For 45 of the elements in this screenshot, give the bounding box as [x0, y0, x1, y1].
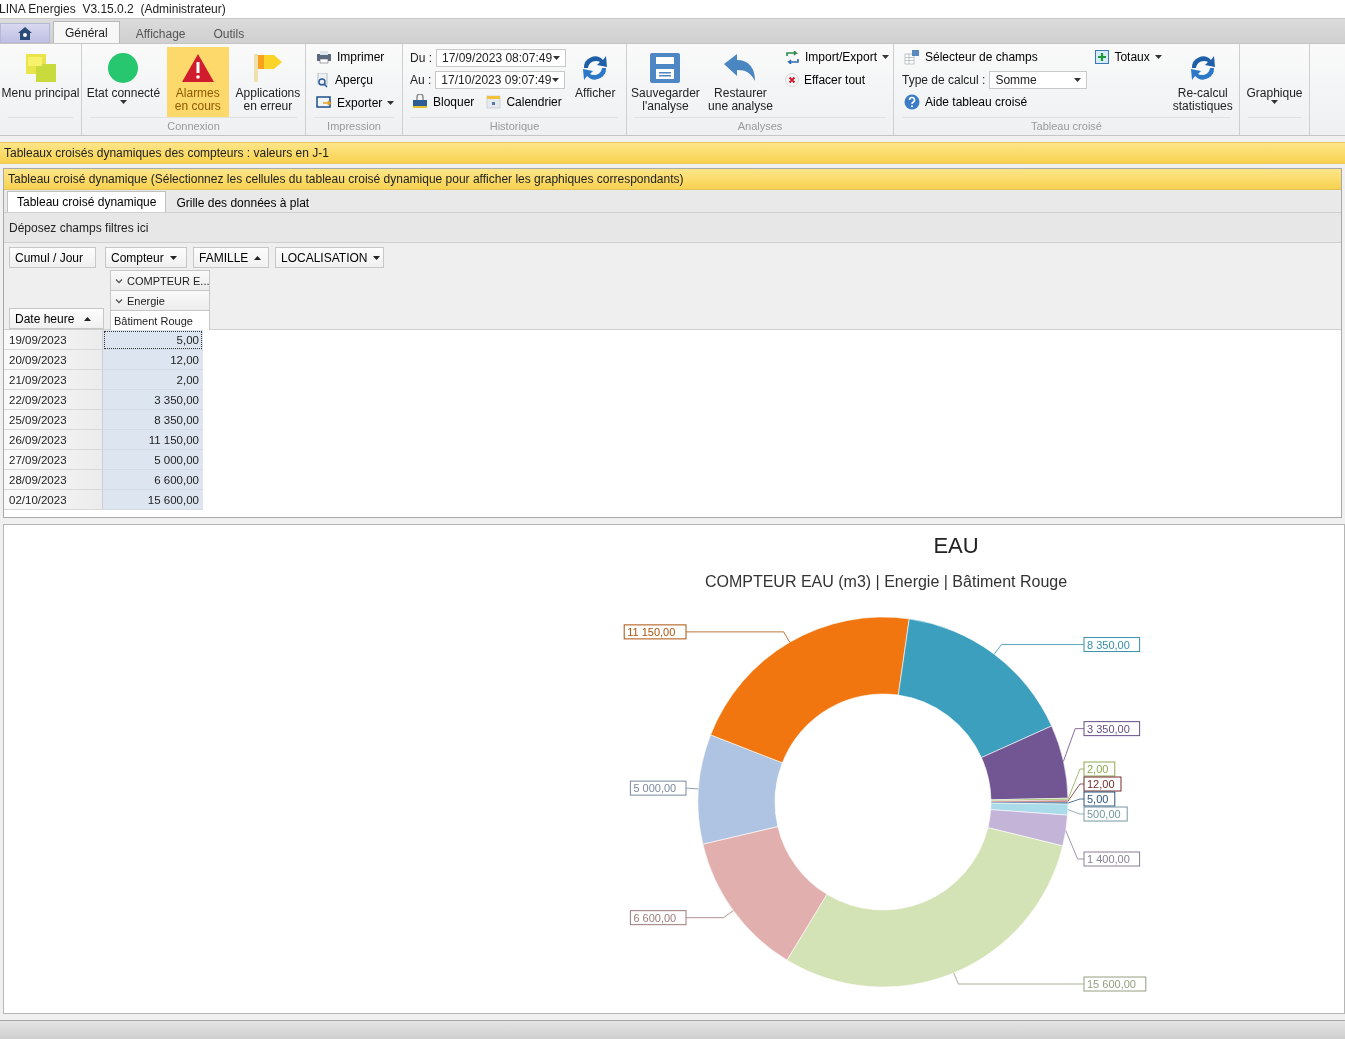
chart-subtitle: COMPTEUR EAU (m3) | Energie | Bâtiment Rouge	[703, 573, 1069, 591]
row-header-cell: 26/09/2023	[4, 430, 103, 450]
filter-drop-zone: Déposez champs filtres ici	[4, 212, 1341, 243]
field-label: Au :	[410, 72, 432, 87]
row-header-cell: 02/10/2023	[4, 490, 103, 510]
data-label: 5 000,00	[633, 782, 677, 795]
data-label: 11 150,00	[627, 625, 676, 638]
data-label: 8 350,00	[1087, 638, 1130, 651]
data-label: 3 350,00	[1087, 722, 1130, 735]
section-banner: Tableaux croisés dynamiques des compteurs : valeurs en J-1	[0, 142, 1345, 164]
value-label: 5 000,00	[629, 780, 687, 796]
data-label: 6 600,00	[633, 911, 677, 924]
window-title: LINA Energies V3.15.0.2 (Administrateur)	[0, 2, 226, 16]
group-caption: Tableau croisé	[902, 117, 1231, 133]
value-label: 5,00	[1083, 791, 1116, 807]
value-label: 15 600,00	[1083, 976, 1147, 992]
value-label: 8 350,00	[1083, 637, 1141, 653]
panel-header: Tableau croisé dynamique (Sélectionnez les cellules du tableau croisé dynamique pour afficher les graphiques correspondants)	[4, 169, 1341, 190]
data-label: 15 600,00	[1087, 978, 1136, 991]
group-caption: Analyses	[635, 117, 885, 133]
row-header-cell: 19/09/2023	[4, 330, 103, 350]
data-label: 5,00	[1087, 793, 1109, 806]
group-caption: Impression	[314, 117, 394, 133]
row-header-cell: 20/09/2023	[4, 350, 103, 370]
data-label: 2,00	[1087, 763, 1109, 776]
value-label: 12,00	[1083, 776, 1122, 792]
data-label: 12,00	[1087, 778, 1115, 791]
group-caption: Historique	[411, 117, 618, 133]
row-header-cell: 25/09/2023	[4, 410, 103, 430]
data-label: 1 400,00	[1087, 853, 1130, 866]
value-label: 6 600,00	[629, 910, 687, 926]
field-label: Type de calcul :	[902, 72, 986, 87]
field-label: Du :	[410, 50, 432, 65]
row-header-cell: 22/09/2023	[4, 390, 103, 410]
value-label: 2,00	[1083, 761, 1116, 777]
value-label: 11 150,00	[623, 624, 687, 640]
row-header-cell: 27/09/2023	[4, 450, 103, 470]
group-caption: Connexion	[90, 117, 297, 133]
data-label: 500,00	[1087, 808, 1121, 821]
row-header-cell: 28/09/2023	[4, 470, 103, 490]
chart-title: EAU	[932, 533, 980, 559]
value-label: 500,00	[1083, 806, 1128, 822]
value-label: 1 400,00	[1083, 851, 1141, 867]
row-header-cell: 21/09/2023	[4, 370, 103, 390]
value-label: 3 350,00	[1083, 721, 1141, 737]
